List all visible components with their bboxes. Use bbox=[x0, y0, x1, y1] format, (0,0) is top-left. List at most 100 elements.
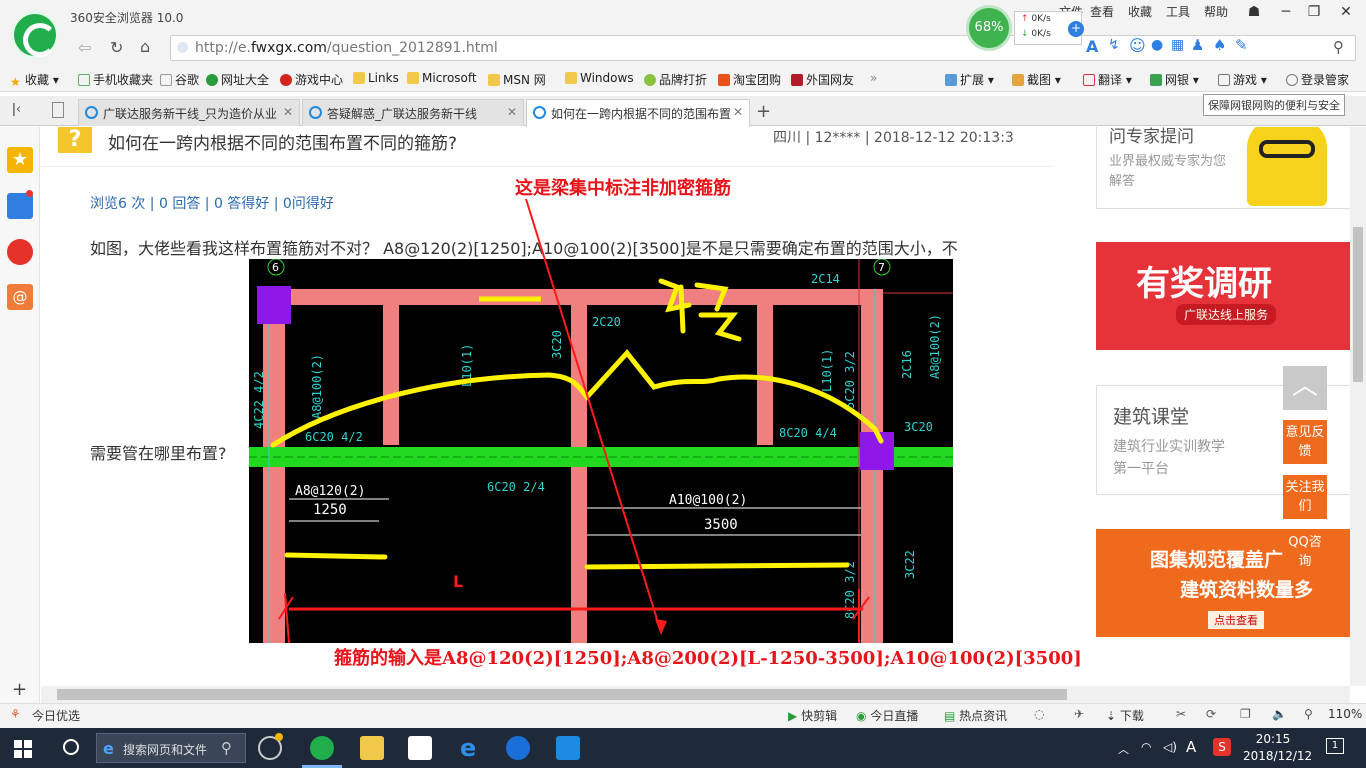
bookmark-windows[interactable]: Windows bbox=[565, 71, 634, 85]
mail-taskbar-icon[interactable] bbox=[408, 736, 432, 760]
bookmark-links[interactable]: Links bbox=[353, 71, 399, 85]
menu-help[interactable]: 帮助 bbox=[1204, 3, 1228, 20]
clock[interactable]: 20:15 2018/12/12 bbox=[1243, 731, 1312, 765]
ad-ask-expert[interactable]: 问专家提问 业界最权威专家为您解答 bbox=[1096, 127, 1350, 209]
tool-login-manager[interactable]: 登录管家 bbox=[1286, 71, 1349, 88]
cortana-icon[interactable] bbox=[63, 739, 79, 755]
bookmark-games[interactable]: 游戏中心 bbox=[280, 71, 343, 88]
ad-subtitle: 业界最权威专家为您解答 bbox=[1109, 154, 1227, 189]
speed-widget[interactable]: 68% ↑ 0K/s ↓ 0K/s + bbox=[966, 5, 1086, 53]
speaker-icon[interactable]: ◁) bbox=[1163, 740, 1177, 754]
bookmark-google[interactable]: 谷歌 bbox=[160, 71, 199, 88]
close-button[interactable]: ✕ bbox=[1330, 0, 1362, 24]
favorites-star-icon[interactable]: ★ bbox=[7, 147, 33, 173]
volume-icon[interactable]: 🔈 bbox=[1272, 707, 1287, 721]
sogou-icon[interactable]: S bbox=[1213, 738, 1231, 756]
notification-center-icon[interactable]: 1 bbox=[1326, 738, 1344, 754]
address-input[interactable]: http://e.fwxgx.com/question_2012891.html… bbox=[170, 35, 1356, 61]
window-icon[interactable]: ❐ bbox=[1240, 707, 1251, 721]
tab-home[interactable]: 广联达服务新干线_只为造价从业 ✕ bbox=[78, 99, 300, 126]
microphone-icon[interactable]: ● bbox=[1151, 37, 1163, 53]
tab-close-icon[interactable]: ✕ bbox=[283, 105, 293, 119]
tool-extensions[interactable]: 扩展 ▾ bbox=[945, 71, 994, 88]
tab-close-icon[interactable]: ✕ bbox=[733, 105, 743, 119]
bookmark-taobao[interactable]: 淘宝团购 bbox=[718, 71, 781, 88]
tool-screenshot[interactable]: 截图 ▾ bbox=[1012, 71, 1061, 88]
wifi-icon[interactable]: ◠ bbox=[1141, 740, 1151, 754]
user-icon[interactable]: ♟ bbox=[1191, 36, 1204, 54]
history-icon[interactable]: ⟳ bbox=[1206, 707, 1216, 721]
bookmark-foreign[interactable]: 外国网友 bbox=[791, 71, 854, 88]
menu-favorites[interactable]: 收藏 bbox=[1128, 3, 1152, 20]
new-tab-button[interactable]: + bbox=[756, 101, 771, 122]
skin-icon[interactable]: ☗ bbox=[1238, 0, 1270, 24]
pin-icon[interactable]: ✈ bbox=[1074, 707, 1084, 721]
tray-chevron-icon[interactable]: ︿ bbox=[1118, 741, 1129, 757]
tool-games[interactable]: 游戏 ▾ bbox=[1218, 71, 1267, 88]
browser-360-taskbar-icon[interactable] bbox=[310, 736, 334, 760]
bookmark-msn[interactable]: MSN 网 bbox=[488, 71, 546, 88]
bookmark-favorites[interactable]: ★ 收藏 ▾ bbox=[10, 71, 59, 89]
keyboard-icon[interactable]: ▦ bbox=[1171, 37, 1184, 53]
search-icon[interactable]: ⚲ bbox=[1333, 38, 1344, 56]
maximize-button[interactable]: ❐ bbox=[1298, 0, 1330, 24]
ad-button[interactable]: 点击查看 bbox=[1208, 611, 1264, 629]
home-icon[interactable]: ⌂ bbox=[140, 37, 150, 56]
menu-tools[interactable]: 工具 bbox=[1166, 3, 1190, 20]
tool-ebank[interactable]: 网银 ▾ bbox=[1150, 71, 1199, 88]
quick-edit[interactable]: ▶ 快剪辑 bbox=[788, 707, 837, 724]
speedup-icon[interactable]: ◌ bbox=[1034, 707, 1044, 721]
mail-icon[interactable]: @ bbox=[7, 284, 33, 310]
ad-survey-banner[interactable]: 有奖调研 广联达线上服务 bbox=[1096, 242, 1350, 350]
zoom-level[interactable]: 110% bbox=[1328, 707, 1362, 721]
today-picks-icon[interactable]: ⚘ bbox=[10, 707, 21, 721]
tab-close-icon[interactable]: ✕ bbox=[507, 105, 517, 119]
menu-view[interactable]: 查看 bbox=[1090, 3, 1114, 20]
today-live[interactable]: ◉ 今日直播 bbox=[856, 707, 918, 724]
wrench-icon[interactable]: ✎ bbox=[1235, 36, 1248, 54]
tab-favicon-icon bbox=[533, 106, 546, 119]
horizontal-scroll-thumb[interactable] bbox=[57, 689, 1067, 700]
glodon-icon[interactable] bbox=[506, 736, 530, 760]
weibo-icon[interactable] bbox=[7, 239, 33, 265]
vertical-scroll-thumb[interactable] bbox=[1353, 227, 1363, 382]
translate-icon[interactable]: A bbox=[1086, 37, 1098, 56]
shirt-icon[interactable]: ♠ bbox=[1213, 36, 1226, 54]
zoom-icon[interactable]: ⚲ bbox=[1304, 707, 1313, 721]
taskbar-search-input[interactable]: e 搜索网页和文件 ⚲ bbox=[96, 733, 246, 763]
qq-consult-button[interactable]: QQ咨询 bbox=[1283, 530, 1327, 574]
cut-icon[interactable]: ✂ bbox=[1176, 707, 1186, 721]
emoji-icon[interactable]: ☺ bbox=[1129, 36, 1146, 55]
tab-list-icon[interactable]: ǀ‹ bbox=[12, 102, 21, 117]
bookmark-brand[interactable]: 品牌打折 bbox=[644, 71, 707, 88]
follow-us-button[interactable]: 关注我们 bbox=[1283, 475, 1327, 519]
download-button[interactable]: ⇣ 下载 bbox=[1106, 707, 1144, 724]
refresh-icon[interactable]: ↻ bbox=[110, 38, 123, 57]
app-plus-icon[interactable] bbox=[556, 736, 580, 760]
tab-question[interactable]: 如何在一跨内根据不同的范围布置 ✕ bbox=[526, 99, 750, 127]
hot-news[interactable]: ▤ 热点资讯 bbox=[944, 707, 1007, 724]
back-icon[interactable]: ⇦ bbox=[78, 38, 91, 57]
file-explorer-icon[interactable] bbox=[360, 736, 384, 760]
edge-icon[interactable]: e bbox=[460, 734, 476, 762]
bookmark-sites[interactable]: 网址大全 bbox=[206, 71, 269, 88]
search-icon: ⚲ bbox=[221, 739, 232, 757]
windows-start-icon[interactable] bbox=[14, 740, 32, 758]
ime-indicator[interactable]: A bbox=[1186, 738, 1196, 756]
bookmark-microsoft[interactable]: Microsoft bbox=[407, 71, 477, 85]
tab-sidebar-icon[interactable] bbox=[52, 102, 64, 118]
site-info-icon[interactable] bbox=[177, 42, 188, 53]
add-widget-icon[interactable]: + bbox=[1068, 21, 1084, 37]
back-to-top-icon[interactable]: ︿ bbox=[1283, 366, 1327, 410]
sidebar-add-icon[interactable]: + bbox=[12, 679, 27, 700]
horizontal-scrollbar[interactable] bbox=[41, 686, 1350, 703]
speech-icon[interactable]: ↯ bbox=[1108, 37, 1120, 53]
more-bookmarks-icon[interactable]: » bbox=[870, 71, 877, 85]
tab-qa[interactable]: 答疑解惑_广联达服务新干线 ✕ bbox=[302, 99, 524, 126]
bookmark-mobile[interactable]: 手机收藏夹 bbox=[78, 71, 153, 88]
feedback-button[interactable]: 意见反馈 bbox=[1283, 420, 1327, 464]
today-picks[interactable]: 今日优选 bbox=[32, 707, 80, 724]
vertical-scrollbar[interactable] bbox=[1350, 127, 1366, 686]
tool-translate[interactable]: 翻译 ▾ bbox=[1083, 71, 1132, 88]
browser-logo-icon[interactable] bbox=[10, 10, 60, 60]
